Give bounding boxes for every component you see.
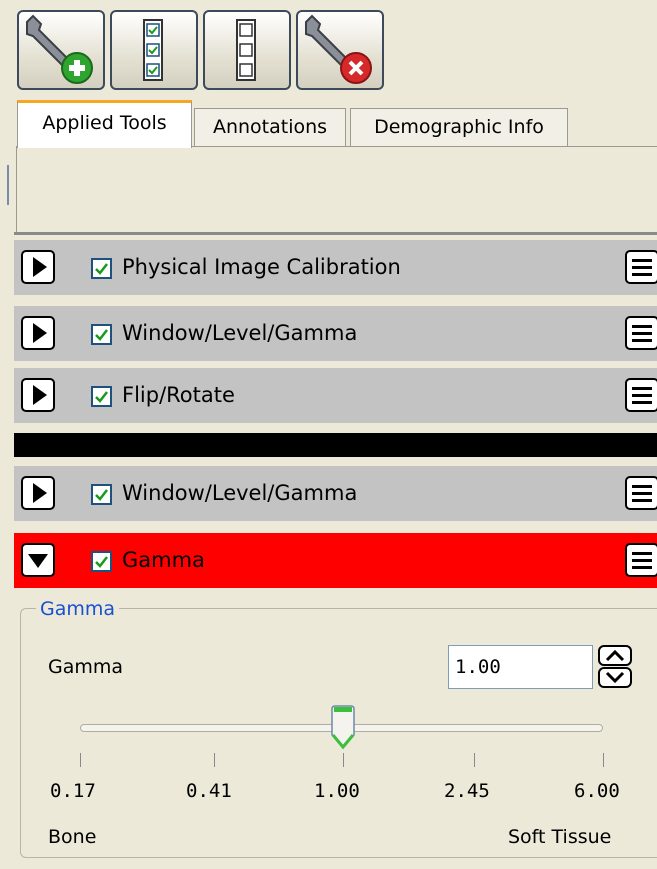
tool-menu-button[interactable]: [625, 250, 657, 284]
hamburger-icon: [632, 259, 652, 276]
tab-annotations[interactable]: Annotations: [194, 108, 346, 146]
tool-row-flip-rotate[interactable]: Flip/Rotate: [14, 368, 657, 423]
tool-row-window-level-gamma[interactable]: Window/Level/Gamma: [14, 306, 657, 361]
tool-checkbox[interactable]: [91, 551, 112, 572]
tool-label: Window/Level/Gamma: [122, 321, 358, 345]
separator-bar[interactable]: [14, 433, 657, 457]
uncheck-all-button[interactable]: [203, 10, 291, 90]
play-icon: [33, 483, 47, 503]
tick-label: 0.41: [186, 780, 232, 802]
collapse-button[interactable]: [21, 543, 55, 577]
tool-menu-button[interactable]: [625, 476, 657, 510]
add-tool-button[interactable]: [17, 10, 105, 90]
empty-list-icon: [236, 19, 256, 81]
play-icon: [33, 323, 47, 343]
tool-label: Flip/Rotate: [122, 383, 235, 407]
tick-label: 0.17: [50, 780, 96, 802]
checkmark-icon: [95, 489, 108, 501]
wrench-add-icon: [26, 14, 93, 84]
tool-label: Gamma: [122, 548, 205, 572]
slider-tick: [603, 753, 604, 767]
group-title: Gamma: [36, 598, 120, 620]
tab-demographic-info[interactable]: Demographic Info: [350, 108, 568, 146]
slider-thumb-icon: [331, 705, 355, 750]
tab-content-header: [16, 146, 657, 232]
tab-applied-tools[interactable]: Applied Tools: [17, 100, 192, 148]
tool-checkbox[interactable]: [91, 484, 112, 505]
checkmark-icon: [95, 556, 108, 568]
gamma-slider-thumb[interactable]: [330, 705, 356, 751]
hamburger-icon: [632, 485, 652, 502]
tool-label: Window/Level/Gamma: [122, 481, 358, 505]
tool-menu-button[interactable]: [625, 378, 657, 412]
checkmark-icon: [95, 391, 108, 403]
hamburger-icon: [632, 387, 652, 404]
tick-label: 6.00: [574, 780, 620, 802]
slider-tick: [214, 753, 215, 767]
tool-row-window-level-gamma-2[interactable]: Window/Level/Gamma: [14, 466, 657, 521]
tool-menu-button[interactable]: [625, 316, 657, 350]
checklist-icon: [143, 19, 163, 81]
hamburger-icon: [632, 325, 652, 342]
expand-button[interactable]: [21, 476, 55, 510]
gamma-spinner[interactable]: [597, 644, 633, 690]
triangle-down-icon: [28, 554, 48, 568]
gamma-value-input[interactable]: [448, 645, 593, 689]
tool-label: Physical Image Calibration: [122, 255, 401, 279]
spinner-arrows-icon: [598, 645, 632, 688]
play-icon: [33, 385, 47, 405]
bone-label: Bone: [48, 826, 97, 848]
gamma-label: Gamma: [48, 656, 124, 678]
soft-tissue-label: Soft Tissue: [508, 826, 612, 848]
splitter[interactable]: [7, 165, 9, 205]
slider-tick: [80, 753, 81, 767]
expand-button[interactable]: [21, 250, 55, 284]
tick-label: 2.45: [444, 780, 490, 802]
wrench-remove-icon: [305, 14, 372, 84]
expand-button[interactable]: [21, 316, 55, 350]
checkmark-icon: [95, 329, 108, 341]
expand-button[interactable]: [21, 378, 55, 412]
remove-tool-button[interactable]: [296, 10, 384, 90]
slider-tick: [343, 753, 344, 767]
play-icon: [33, 257, 47, 277]
tool-checkbox[interactable]: [91, 258, 112, 279]
tool-row-gamma[interactable]: Gamma: [14, 533, 657, 588]
check-all-button[interactable]: [110, 10, 198, 90]
tool-menu-button[interactable]: [625, 543, 657, 577]
slider-tick: [474, 753, 475, 767]
divider: [14, 232, 657, 235]
tool-checkbox[interactable]: [91, 324, 112, 345]
tick-label: 1.00: [314, 780, 360, 802]
tool-checkbox[interactable]: [91, 386, 112, 407]
checkmark-icon: [95, 263, 108, 275]
hamburger-icon: [632, 552, 652, 569]
tool-row-physical-image-calibration[interactable]: Physical Image Calibration: [14, 240, 657, 295]
